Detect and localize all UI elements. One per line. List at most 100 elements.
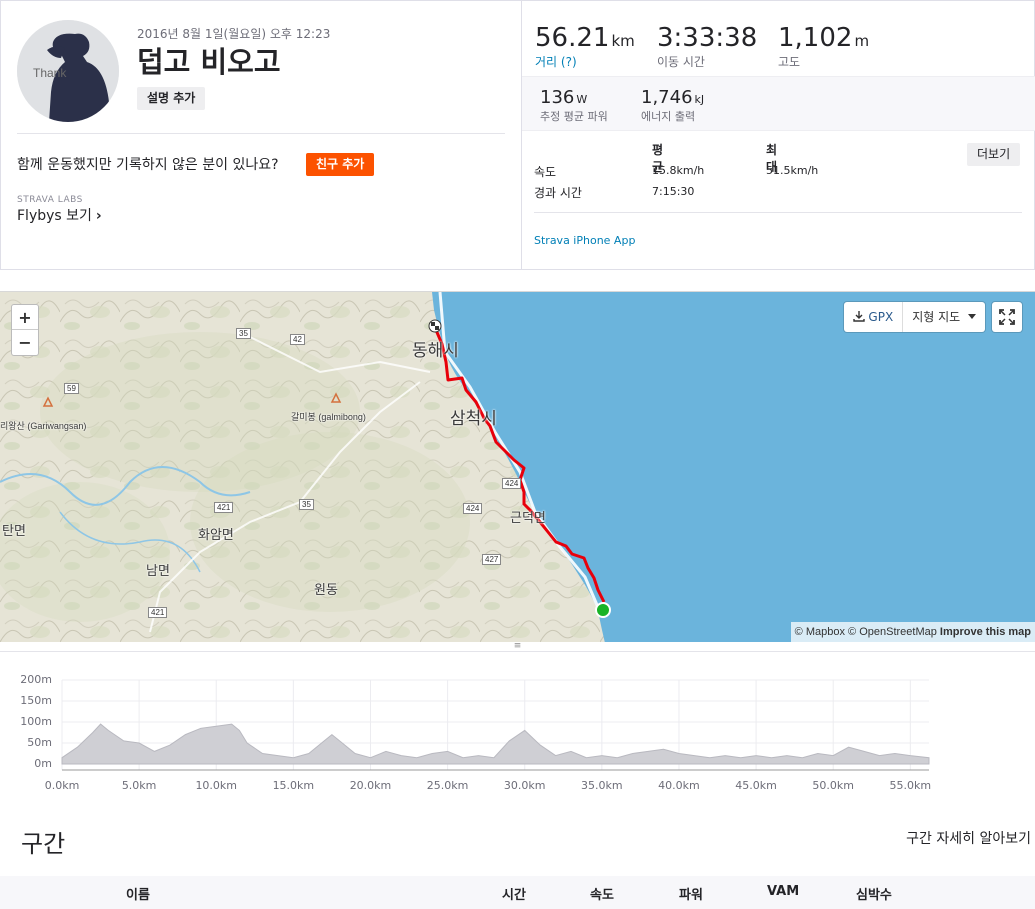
row-elapsed-label: 경과 시간: [534, 186, 582, 200]
caret-down-icon: [968, 314, 976, 319]
x-tick: 5.0km: [121, 779, 157, 792]
road-shield: 427: [482, 554, 502, 565]
stat-elevation: 1,102 m 고도: [778, 23, 869, 70]
osm-link[interactable]: © OpenStreetMap: [848, 626, 937, 638]
road-shield: 421: [214, 502, 234, 513]
stat-distance: 56.21 km 거리 (?): [535, 23, 635, 70]
divider: [17, 133, 505, 134]
route-map[interactable]: 동해시 삼척시 근덕면 화암면 남면 원동 탄면 갈미봉 (galmibong)…: [0, 291, 1035, 642]
fullscreen-button[interactable]: [992, 302, 1022, 332]
friends-question: 함께 운동했지만 기록하지 않은 분이 있나요?: [17, 157, 279, 173]
activity-title: 덥고 비오고: [137, 45, 281, 79]
secondary-stats: 136 W 추정 평균 파워 1,746 kJ 에너지 출력: [522, 76, 1035, 131]
flybys-label: Flybys 보기: [17, 208, 92, 224]
segments-details-link[interactable]: 구간 자세히 알아보기: [906, 828, 1031, 848]
power-label: 추정 평균 파워: [540, 110, 608, 123]
col-heart-rate[interactable]: 심박수: [856, 884, 892, 903]
avatar[interactable]: Thank: [17, 20, 119, 122]
col-speed[interactable]: 속도: [590, 884, 614, 903]
activity-summary: Thank 2016년 8월 1일(월요일) 오후 12:23 덥고 비오고 설…: [0, 0, 1035, 270]
place-label: 삼척시: [450, 409, 497, 428]
place-label: 탄면: [2, 523, 26, 538]
col-vam[interactable]: VAM: [767, 884, 799, 899]
zoom-in-button[interactable]: +: [12, 305, 38, 330]
stat-energy: 1,746 kJ 에너지 출력: [641, 87, 704, 124]
gpx-download-button[interactable]: GPX: [844, 302, 904, 332]
road-shield: 424: [463, 503, 483, 514]
moving-time-label: 이동 시간: [657, 55, 705, 69]
map-resize-handle[interactable]: ≡: [0, 642, 1035, 652]
row-elapsed-avg: 7:15:30: [652, 185, 695, 198]
row-speed-label: 속도: [534, 165, 557, 179]
map-attribution: © Mapbox © OpenStreetMap Improve this ma…: [790, 622, 1035, 642]
download-icon: [853, 311, 866, 322]
x-tick: 25.0km: [426, 779, 469, 792]
energy-value: 1,746: [641, 87, 693, 108]
place-label: 원동: [314, 582, 338, 597]
elevation-label: 고도: [778, 55, 801, 69]
strava-labs-label: STRAVA LABS: [17, 195, 83, 205]
add-friends-button[interactable]: 친구 추가: [306, 153, 375, 176]
power-unit: W: [576, 93, 588, 106]
x-tick: 40.0km: [658, 779, 700, 792]
place-label: 동해시: [412, 341, 459, 360]
divider: [534, 212, 1022, 213]
road-shield: 59: [64, 383, 79, 394]
gpx-label: GPX: [868, 310, 894, 324]
flybys-link[interactable]: Flybys 보기 ›: [17, 205, 102, 225]
x-tick: 0.0km: [44, 779, 80, 792]
elevation-value: 1,102: [778, 23, 853, 53]
x-tick: 15.0km: [272, 779, 315, 792]
place-label: 남면: [146, 563, 170, 578]
distance-value: 56.21: [535, 23, 610, 53]
add-description-button[interactable]: 설명 추가: [137, 87, 206, 110]
zoom-control: + −: [11, 304, 39, 356]
elevation-profile[interactable]: 200m 150m 100m 50m 0m 0.0km 5.0km 10.0km 15…: [0, 660, 1035, 795]
x-tick: 10.0km: [195, 779, 238, 792]
road-shield: 421: [148, 607, 168, 618]
more-button[interactable]: 더보기: [967, 143, 1021, 166]
activity-stats: 56.21 km 거리 (?) 3:33:38 이동 시간 1,102 m 고도 1…: [521, 1, 1035, 269]
row-speed-avg: 15.8km/h: [652, 164, 705, 177]
x-tick: 20.0km: [349, 779, 392, 792]
road-shield: 42: [290, 334, 305, 345]
device-link[interactable]: Strava iPhone App: [534, 234, 635, 247]
mapbox-link[interactable]: © Mapbox: [795, 626, 845, 638]
peak-label: 리왕산 (Gariwangsan): [0, 421, 87, 431]
power-value: 136: [540, 87, 575, 108]
col-time[interactable]: 시간: [502, 884, 526, 903]
x-tick: 45.0km: [735, 779, 777, 792]
map-type-dropdown[interactable]: 지형 지도: [903, 302, 985, 332]
distance-label[interactable]: 거리 (?): [535, 53, 635, 70]
x-tick: 35.0km: [581, 779, 623, 792]
x-tick: 55.0km: [889, 779, 932, 792]
place-label: 화암면: [198, 527, 234, 542]
chevron-right-icon: ›: [95, 208, 102, 224]
elevation-area: [61, 723, 930, 765]
segments-title: 구간: [21, 830, 66, 858]
x-tick: 30.0km: [503, 779, 546, 792]
avatar-text: Thank: [33, 66, 67, 80]
map-toolbar: GPX 지형 지도: [844, 302, 985, 332]
x-tick: 50.0km: [812, 779, 854, 792]
col-name[interactable]: 이름: [126, 884, 150, 903]
energy-label: 에너지 출력: [641, 110, 696, 123]
moving-time-value: 3:33:38: [657, 23, 758, 53]
row-speed-max: 51.5km/h: [766, 164, 819, 177]
road-shield: 424: [502, 478, 522, 489]
stat-power: 136 W 추정 평균 파워: [540, 87, 608, 124]
activity-header: Thank 2016년 8월 1일(월요일) 오후 12:23 덥고 비오고 설…: [1, 1, 521, 269]
elevation-unit: m: [854, 32, 870, 50]
road-shield: 35: [236, 328, 251, 339]
road-shield: 35: [299, 499, 314, 510]
energy-unit: kJ: [694, 93, 705, 106]
improve-map-link[interactable]: Improve this map: [940, 626, 1031, 638]
stat-moving-time: 3:33:38 이동 시간: [657, 23, 757, 70]
expand-icon: [999, 309, 1015, 325]
peak-label: 갈미봉 (galmibong): [291, 412, 366, 422]
elevation-chart: [61, 679, 930, 771]
distance-unit: km: [611, 32, 635, 50]
segments-table-header: 이름 시간 속도 파워 VAM 심박수: [0, 876, 1035, 909]
col-power[interactable]: 파워: [679, 884, 703, 903]
zoom-out-button[interactable]: −: [12, 330, 38, 355]
